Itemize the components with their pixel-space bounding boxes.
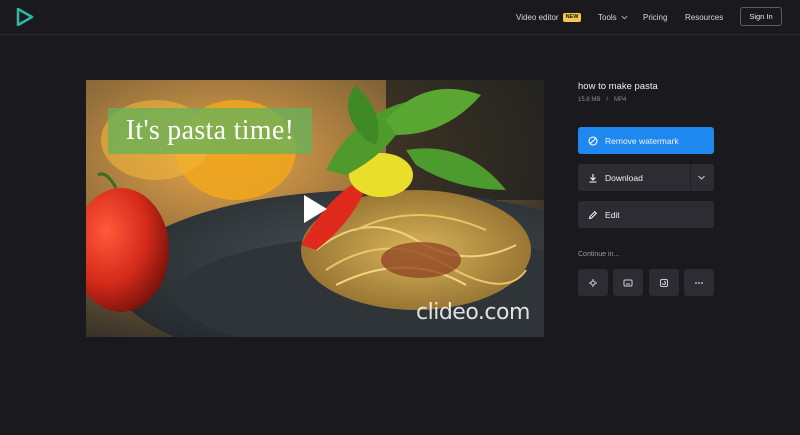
- remove-watermark-button[interactable]: Remove watermark: [578, 127, 714, 154]
- nav-resources-label: Resources: [685, 12, 724, 22]
- continue-tool-rotate[interactable]: [649, 269, 679, 296]
- nav-video-editor[interactable]: Video editor NEW: [516, 0, 582, 34]
- continue-more-button[interactable]: [684, 269, 714, 296]
- top-header: Video editor NEW Tools Pricing Resources…: [0, 0, 800, 35]
- file-meta: 15.8 MB / MP4: [578, 97, 626, 103]
- clideo-logo-icon[interactable]: [16, 8, 34, 26]
- download-button[interactable]: Download: [578, 164, 714, 191]
- file-size: 15.8 MB: [578, 97, 601, 103]
- continue-tool-subtitles[interactable]: [613, 269, 643, 296]
- download-split-divider: [690, 164, 691, 191]
- rotate-icon: [660, 278, 668, 287]
- play-icon[interactable]: [302, 194, 328, 224]
- file-format: MP4: [614, 97, 627, 103]
- no-watermark-icon: [588, 135, 598, 146]
- nav-pricing[interactable]: Pricing: [643, 0, 667, 34]
- edit-button[interactable]: Edit: [578, 201, 714, 228]
- chevron-down-icon[interactable]: [697, 173, 706, 182]
- subtitles-icon: [623, 279, 633, 286]
- video-preview[interactable]: It's pasta time! clideo.com: [86, 80, 544, 337]
- overlay-title-banner: It's pasta time!: [108, 108, 312, 154]
- download-icon: [589, 173, 597, 183]
- nav-resources[interactable]: Resources: [685, 0, 723, 34]
- download-label: Download: [605, 172, 643, 183]
- clideo-watermark: clideo.com: [416, 300, 530, 325]
- remove-watermark-label: Remove watermark: [605, 135, 679, 146]
- pencil-icon: [588, 210, 598, 219]
- nav-video-editor-label: Video editor: [516, 12, 559, 22]
- overlay-title-text: It's pasta time!: [125, 115, 295, 146]
- nav-tools-label: Tools: [598, 12, 617, 22]
- nav-tools[interactable]: Tools: [598, 0, 628, 34]
- edit-label: Edit: [605, 209, 620, 220]
- file-name: how to make pasta: [578, 81, 658, 92]
- more-icon: [695, 281, 703, 284]
- continue-tool-crop[interactable]: [578, 269, 608, 296]
- crop-icon: [589, 278, 597, 287]
- meta-separator: /: [606, 97, 609, 103]
- nav-pricing-label: Pricing: [643, 12, 668, 22]
- continue-in-label: Continue in...: [578, 251, 620, 258]
- chevron-down-icon: [621, 15, 628, 19]
- new-badge: NEW: [562, 12, 582, 22]
- sign-in-button[interactable]: Sign In: [740, 7, 782, 26]
